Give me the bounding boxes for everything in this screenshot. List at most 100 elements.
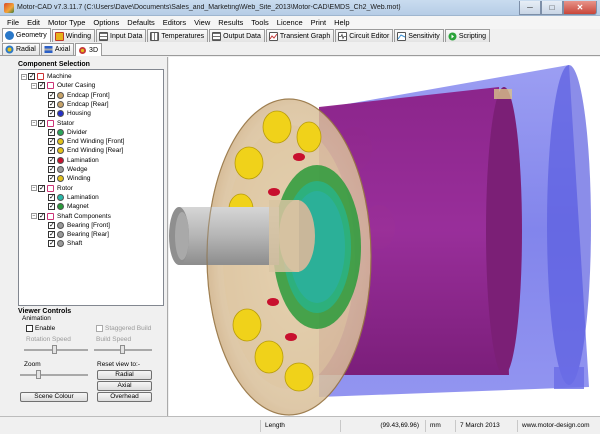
tab-transient-graph[interactable]: Transient Graph (265, 29, 335, 42)
tree-node[interactable]: Lamination (41, 193, 99, 202)
component-checkbox[interactable] (48, 146, 55, 155)
tree-node[interactable]: Shaft (41, 239, 82, 248)
axial-view-button[interactable]: Axial (97, 381, 152, 391)
tab-winding[interactable]: Winding (51, 29, 96, 42)
enable-checkbox[interactable] (26, 325, 33, 332)
tab-sensitivity[interactable]: Sensitivity (394, 29, 444, 42)
component-checkbox[interactable] (48, 91, 55, 100)
tree-node[interactable]: − Rotor (31, 184, 73, 193)
menu-licence[interactable]: Licence (273, 18, 307, 27)
maximize-button[interactable]: □ (541, 0, 563, 15)
slider-thumb[interactable] (52, 345, 57, 354)
slider-thumb[interactable] (120, 345, 125, 354)
build-speed-slider[interactable] (94, 345, 152, 354)
menu-tools[interactable]: Tools (247, 18, 273, 27)
component-checkbox[interactable] (48, 109, 55, 118)
collapse-icon[interactable]: − (31, 185, 37, 192)
tab-output-data[interactable]: Output Data (209, 29, 265, 42)
menu-file[interactable]: File (3, 18, 23, 27)
tree-node[interactable]: − Shaft Components (31, 212, 111, 221)
tree-node[interactable]: Housing (41, 109, 91, 118)
close-button[interactable]: ✕ (563, 0, 597, 15)
component-checkbox[interactable] (38, 81, 45, 90)
zoom-slider[interactable] (20, 370, 88, 379)
collapse-icon[interactable]: − (31, 120, 37, 126)
tree-node[interactable]: Endcap [Front] (41, 91, 110, 100)
tab-scripting[interactable]: Scripting (444, 29, 491, 42)
menu-editors[interactable]: Editors (159, 18, 190, 27)
component-checkbox[interactable] (48, 221, 55, 230)
tree-node[interactable]: Wedge (41, 165, 87, 174)
tree-node[interactable]: End Winding [Front] (41, 137, 124, 146)
menu-edit[interactable]: Edit (23, 18, 44, 27)
tree-node[interactable]: Winding (41, 174, 90, 183)
viewer-controls-title: Viewer Controls (18, 308, 72, 315)
tree-node[interactable]: Bearing [Front] (41, 221, 110, 230)
enable-option[interactable]: Enable (26, 325, 55, 332)
menu-defaults[interactable]: Defaults (123, 18, 159, 27)
component-checkbox[interactable] (48, 174, 55, 183)
tab-label: Input Data (110, 32, 143, 40)
component-checkbox[interactable] (48, 128, 55, 137)
component-checkbox[interactable] (48, 156, 55, 165)
menu-help[interactable]: Help (330, 18, 353, 27)
zoom-label: Zoom (24, 361, 41, 368)
geometry-sub-tab-bar: Radial Axial 3D (0, 43, 600, 56)
tree-node[interactable]: Lamination (41, 156, 99, 165)
menu-view[interactable]: View (190, 18, 214, 27)
tree-node[interactable]: Divider (41, 128, 87, 137)
stator-lamination-icon (57, 156, 64, 164)
collapse-icon[interactable]: − (31, 82, 37, 89)
collapse-icon[interactable]: − (31, 213, 37, 219)
tab-3d[interactable]: 3D (75, 43, 102, 56)
tab-input-data[interactable]: Input Data (96, 29, 147, 42)
endcap-rear-icon (57, 100, 64, 108)
3d-viewport[interactable] (169, 57, 600, 416)
tab-axial[interactable]: Axial (40, 43, 75, 55)
shaft[interactable] (169, 200, 315, 272)
component-checkbox[interactable] (38, 212, 45, 221)
tree-node[interactable]: Magnet (41, 202, 89, 211)
tree-node-label: Bearing [Front] (67, 221, 110, 229)
component-checkbox[interactable] (48, 193, 55, 202)
component-checkbox[interactable] (48, 230, 55, 239)
tree-node-label: Bearing [Rear] (67, 231, 109, 239)
slider-thumb[interactable] (36, 370, 41, 379)
component-checkbox[interactable] (48, 137, 55, 146)
rotation-speed-slider[interactable] (24, 345, 88, 354)
tree-node[interactable]: Endcap [Rear] (41, 100, 109, 109)
tree-node[interactable]: − Machine (21, 72, 72, 81)
tree-node[interactable]: Bearing [Rear] (41, 230, 109, 239)
component-checkbox[interactable] (48, 239, 55, 248)
tab-radial[interactable]: Radial (2, 43, 40, 55)
component-checkbox[interactable] (38, 184, 45, 193)
collapse-icon[interactable]: − (21, 73, 27, 80)
scene-colour-button[interactable]: Scene Colour (20, 392, 88, 402)
menu-options[interactable]: Options (89, 18, 123, 27)
component-checkbox[interactable] (48, 100, 55, 109)
menu-results[interactable]: Results (214, 18, 247, 27)
staggered-build-checkbox[interactable] (96, 325, 103, 332)
menu-print[interactable]: Print (307, 18, 330, 27)
end-winding-rear-icon (57, 147, 64, 155)
motor-3d-render[interactable] (169, 57, 600, 416)
tab-temperatures[interactable]: Temperatures (147, 29, 209, 42)
tree-node[interactable]: − Outer Casing (31, 81, 95, 90)
tab-label: Scripting (458, 32, 487, 40)
tree-node-label: Wedge (67, 166, 88, 173)
tree-node[interactable]: − Stator (31, 119, 74, 128)
component-checkbox[interactable] (48, 165, 55, 174)
component-checkbox[interactable] (48, 202, 55, 211)
component-checkbox[interactable] (28, 72, 35, 81)
overhead-view-button[interactable]: Overhead (97, 392, 152, 402)
component-tree[interactable]: − Machine − Outer CasingEndcap [Front]Endca… (18, 69, 164, 306)
tab-geometry[interactable]: Geometry (2, 28, 51, 42)
radial-view-button[interactable]: Radial (97, 370, 152, 380)
component-checkbox[interactable] (38, 119, 45, 128)
tab-circuit-editor[interactable]: Circuit Editor (335, 29, 394, 42)
tree-node[interactable]: End Winding [Rear] (41, 146, 123, 155)
staggered-build-option[interactable]: Staggered Build (96, 325, 151, 332)
tab-label: Sensitivity (408, 32, 440, 40)
menu-motor-type[interactable]: Motor Type (44, 18, 89, 27)
minimize-button[interactable]: ─ (519, 0, 541, 15)
